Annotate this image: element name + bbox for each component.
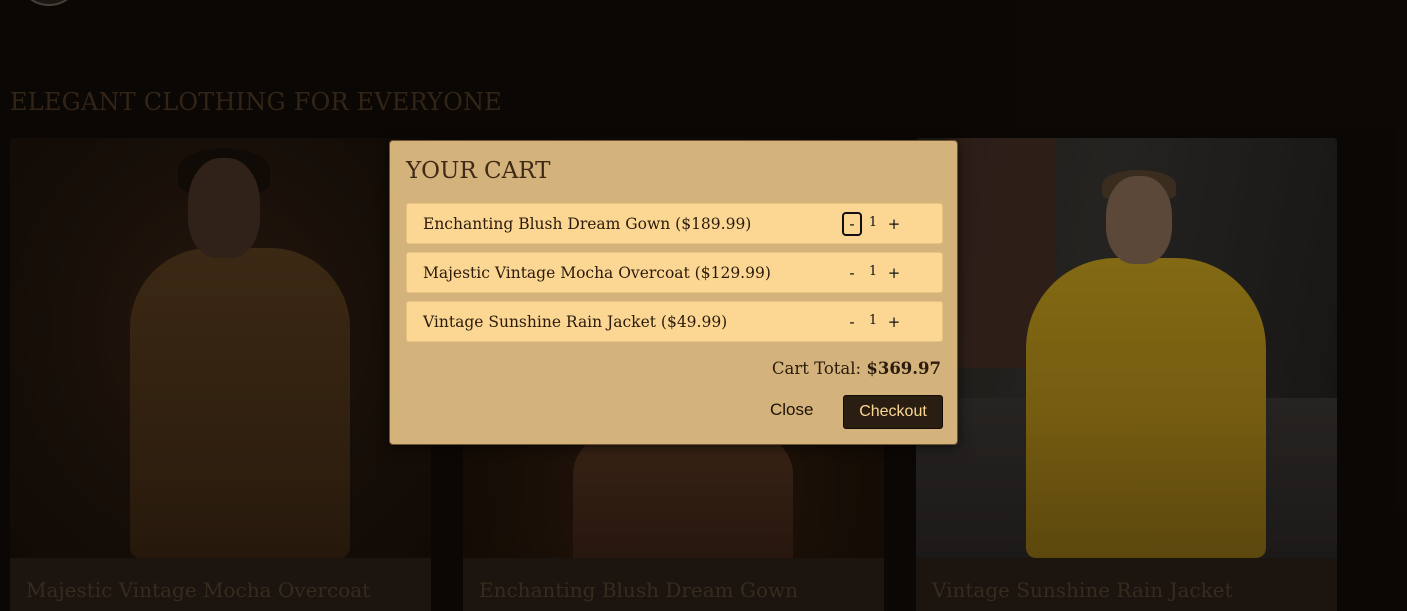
- quantity-stepper: - 1 +: [842, 212, 926, 236]
- cart-item: Enchanting Blush Dream Gown ($189.99) - …: [406, 203, 943, 244]
- cart-total-amount: $369.97: [866, 359, 941, 378]
- checkout-button[interactable]: Checkout: [843, 395, 943, 429]
- quantity-stepper: - 1 +: [842, 310, 926, 334]
- increase-button[interactable]: +: [884, 310, 904, 334]
- increase-button[interactable]: +: [884, 212, 904, 236]
- quantity-value: 1: [868, 264, 878, 279]
- cart-item-label: Vintage Sunshine Rain Jacket ($49.99): [423, 313, 728, 331]
- cart-item-label: Enchanting Blush Dream Gown ($189.99): [423, 215, 752, 233]
- cart-item: Majestic Vintage Mocha Overcoat ($129.99…: [406, 252, 943, 293]
- page: ELEGANT CLOTHING FOR EVERYONE Majestic V…: [0, 0, 1407, 611]
- decrease-button[interactable]: -: [842, 310, 862, 334]
- cart-item-label: Majestic Vintage Mocha Overcoat ($129.99…: [423, 264, 771, 282]
- cart-total-label: Cart Total:: [771, 359, 862, 378]
- decrease-button[interactable]: -: [842, 212, 862, 236]
- increase-button[interactable]: +: [884, 261, 904, 285]
- quantity-value: 1: [868, 215, 878, 230]
- quantity-stepper: - 1 +: [842, 261, 926, 285]
- decrease-button[interactable]: -: [842, 261, 862, 285]
- quantity-value: 1: [868, 313, 878, 328]
- cart-total: Cart Total: $369.97: [772, 359, 941, 378]
- cart-item: Vintage Sunshine Rain Jacket ($49.99) - …: [406, 301, 943, 342]
- cart-title: YOUR CART: [406, 158, 551, 184]
- close-button[interactable]: Close: [770, 400, 813, 420]
- cart-modal: YOUR CART Enchanting Blush Dream Gown ($…: [389, 140, 958, 445]
